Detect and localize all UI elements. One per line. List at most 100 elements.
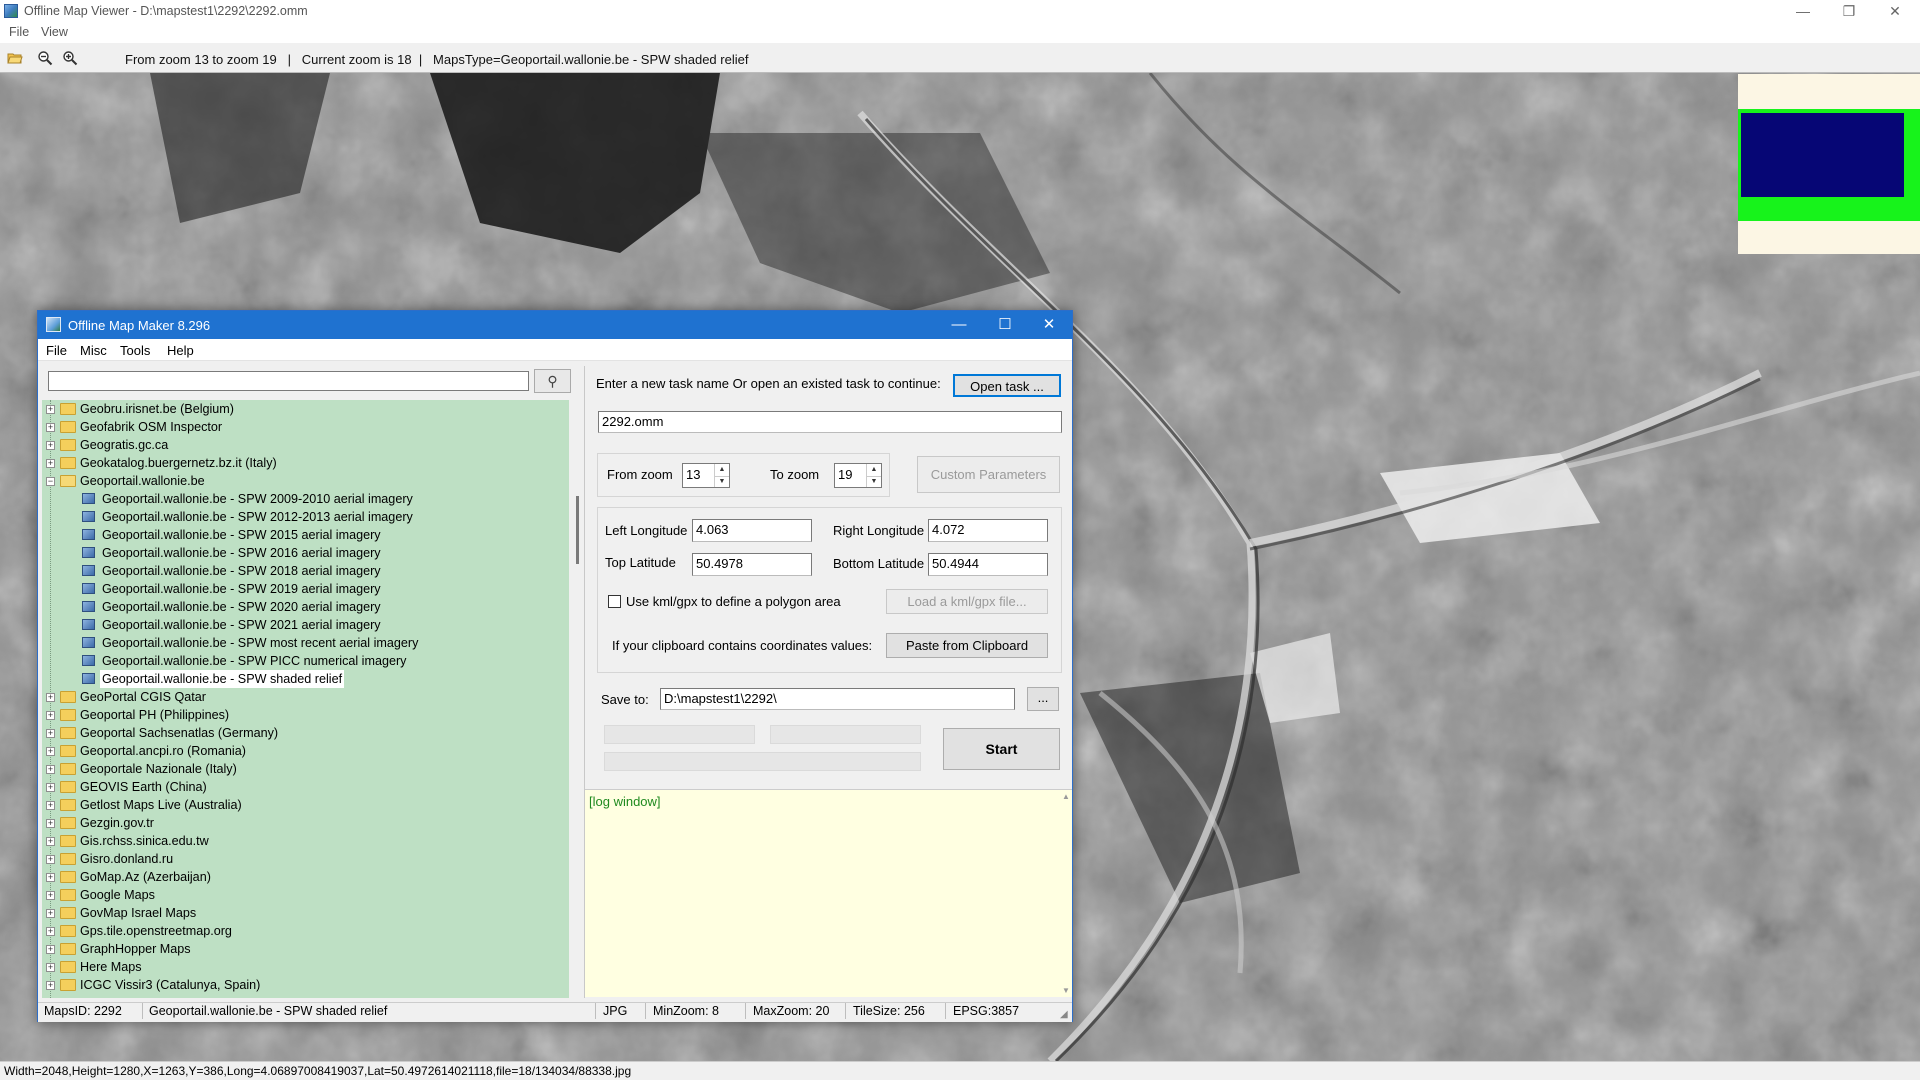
expand-icon[interactable]: + bbox=[46, 981, 55, 990]
resize-grip-icon[interactable]: ◢ bbox=[1060, 1009, 1068, 1020]
map-search-input[interactable] bbox=[48, 371, 529, 391]
start-button[interactable]: Start bbox=[943, 728, 1060, 770]
tree-folder-item[interactable]: + Geobru.irisnet.be (Belgium) bbox=[42, 400, 569, 418]
menu-view[interactable]: View bbox=[41, 25, 68, 39]
to-zoom-spinner[interactable]: 19 ▲ ▼ bbox=[834, 463, 882, 488]
kml-polygon-checkbox[interactable] bbox=[608, 595, 621, 608]
tree-folder-item[interactable]: + GraphHopper Maps bbox=[42, 940, 569, 958]
tree-map-item[interactable]: Geoportail.wallonie.be - SPW 2015 aerial… bbox=[42, 526, 569, 544]
map-source-tree[interactable]: + Geobru.irisnet.be (Belgium) + Geofabrik O… bbox=[42, 400, 569, 998]
expand-icon[interactable]: + bbox=[46, 423, 55, 432]
load-kml-button[interactable]: Load a kml/gpx file... bbox=[886, 589, 1048, 614]
expand-icon[interactable]: + bbox=[46, 693, 55, 702]
expand-icon[interactable]: + bbox=[46, 855, 55, 864]
tree-map-item[interactable]: Geoportail.wallonie.be - SPW 2019 aerial… bbox=[42, 580, 569, 598]
expand-icon[interactable]: + bbox=[46, 711, 55, 720]
tree-folder-item[interactable]: + Geogratis.gc.ca bbox=[42, 436, 569, 454]
expand-icon[interactable]: + bbox=[46, 729, 55, 738]
tree-folder-item[interactable]: + Geoportal Sachsenatlas (Germany) bbox=[42, 724, 569, 742]
tree-item-label: Geofabrik OSM Inspector bbox=[80, 420, 223, 434]
dialog-maximize-button[interactable]: ☐ bbox=[982, 311, 1028, 339]
tree-folder-item[interactable]: + Geofabrik OSM Inspector bbox=[42, 418, 569, 436]
collapse-icon[interactable]: − bbox=[46, 477, 55, 486]
bottom-latitude-input[interactable]: 50.4944 bbox=[928, 553, 1048, 576]
scroll-down-arrow[interactable]: ▼ bbox=[1062, 986, 1070, 995]
search-button[interactable]: ⚲ bbox=[534, 369, 571, 393]
dialog-menu-tools[interactable]: Tools bbox=[120, 343, 150, 358]
tree-map-item[interactable]: Geoportail.wallonie.be - SPW 2016 aerial… bbox=[42, 544, 569, 562]
tree-scrollbar-thumb[interactable] bbox=[576, 496, 579, 564]
open-task-button[interactable]: Open task ... bbox=[953, 374, 1061, 397]
tree-folder-item[interactable]: + Geokatalog.buergernetz.bz.it (Italy) bbox=[42, 454, 569, 472]
minimize-button[interactable]: — bbox=[1780, 0, 1826, 22]
tree-folder-item[interactable]: + ICGC Vissir3 (Catalunya, Spain) bbox=[42, 976, 569, 994]
expand-icon[interactable]: + bbox=[46, 765, 55, 774]
tree-map-item[interactable]: Geoportail.wallonie.be - SPW most recent… bbox=[42, 634, 569, 652]
minimap-viewport[interactable] bbox=[1741, 113, 1904, 197]
zoom-out-icon[interactable] bbox=[37, 50, 53, 66]
expand-icon[interactable]: + bbox=[46, 801, 55, 810]
tree-folder-item[interactable]: + Gps.tile.openstreetmap.org bbox=[42, 922, 569, 940]
tree-map-item[interactable]: Geoportail.wallonie.be - SPW 2020 aerial… bbox=[42, 598, 569, 616]
tree-folder-item[interactable]: + Gisro.donland.ru bbox=[42, 850, 569, 868]
tree-map-item[interactable]: Geoportail.wallonie.be - SPW shaded reli… bbox=[42, 670, 569, 688]
scroll-up-arrow[interactable]: ▲ bbox=[1062, 792, 1070, 801]
log-scrollbar[interactable]: ▲ ▼ bbox=[1060, 790, 1072, 997]
save-path-input[interactable]: D:\mapstest1\2292\ bbox=[660, 688, 1015, 710]
log-window[interactable]: [log window] ▲ ▼ bbox=[585, 789, 1072, 997]
task-name-input[interactable]: 2292.omm bbox=[598, 411, 1062, 433]
expand-icon[interactable]: + bbox=[46, 945, 55, 954]
tree-folder-item[interactable]: + Geoportal.ancpi.ro (Romania) bbox=[42, 742, 569, 760]
zoom-in-icon[interactable] bbox=[62, 50, 78, 66]
minimap[interactable] bbox=[1738, 74, 1920, 254]
dialog-minimize-button[interactable]: — bbox=[936, 311, 982, 339]
panel-divider[interactable] bbox=[584, 366, 585, 998]
right-longitude-input[interactable]: 4.072 bbox=[928, 519, 1048, 542]
tree-folder-item[interactable]: + Geoportale Nazionale (Italy) bbox=[42, 760, 569, 778]
expand-icon[interactable]: + bbox=[46, 873, 55, 882]
dialog-menu-misc[interactable]: Misc bbox=[80, 343, 107, 358]
tree-folder-item[interactable]: + GeoPortal CGIS Qatar bbox=[42, 688, 569, 706]
tree-folder-item[interactable]: + Geoportal PH (Philippines) bbox=[42, 706, 569, 724]
expand-icon[interactable]: + bbox=[46, 963, 55, 972]
top-latitude-input[interactable]: 50.4978 bbox=[692, 553, 812, 576]
expand-icon[interactable]: + bbox=[46, 747, 55, 756]
tree-folder-item[interactable]: + Here Maps bbox=[42, 958, 569, 976]
close-button[interactable]: ✕ bbox=[1872, 0, 1918, 22]
restore-button[interactable]: ❐ bbox=[1826, 0, 1872, 22]
tree-folder-item[interactable]: + Getlost Maps Live (Australia) bbox=[42, 796, 569, 814]
tree-map-item[interactable]: Geoportail.wallonie.be - SPW PICC numeri… bbox=[42, 652, 569, 670]
custom-parameters-button[interactable]: Custom Parameters bbox=[917, 456, 1060, 493]
expand-icon[interactable]: + bbox=[46, 891, 55, 900]
expand-icon[interactable]: + bbox=[46, 909, 55, 918]
expand-icon[interactable]: + bbox=[46, 405, 55, 414]
dialog-menu-file[interactable]: File bbox=[46, 343, 67, 358]
tree-folder-item[interactable]: + Google Maps bbox=[42, 886, 569, 904]
browse-button[interactable]: ... bbox=[1027, 687, 1059, 711]
expand-icon[interactable]: + bbox=[46, 837, 55, 846]
tree-map-item[interactable]: Geoportail.wallonie.be - SPW 2012-2013 a… bbox=[42, 508, 569, 526]
left-longitude-input[interactable]: 4.063 bbox=[692, 519, 812, 542]
expand-icon[interactable]: + bbox=[46, 783, 55, 792]
expand-icon[interactable]: + bbox=[46, 819, 55, 828]
to-zoom-down-arrow[interactable]: ▼ bbox=[867, 476, 881, 488]
tree-folder-item[interactable]: + GovMap Israel Maps bbox=[42, 904, 569, 922]
tree-map-item[interactable]: Geoportail.wallonie.be - SPW 2021 aerial… bbox=[42, 616, 569, 634]
menu-file[interactable]: File bbox=[9, 25, 29, 39]
tree-folder-item[interactable]: + GoMap.Az (Azerbaijan) bbox=[42, 868, 569, 886]
from-zoom-down-arrow[interactable]: ▼ bbox=[715, 476, 729, 488]
tree-folder-item[interactable]: + Gis.rchss.sinica.edu.tw bbox=[42, 832, 569, 850]
expand-icon[interactable]: + bbox=[46, 927, 55, 936]
dialog-menu-help[interactable]: Help bbox=[167, 343, 194, 358]
open-folder-icon[interactable] bbox=[7, 50, 23, 66]
from-zoom-spinner[interactable]: 13 ▲ ▼ bbox=[682, 463, 730, 488]
expand-icon[interactable]: + bbox=[46, 441, 55, 450]
dialog-close-button[interactable]: ✕ bbox=[1026, 311, 1072, 339]
expand-icon[interactable]: + bbox=[46, 459, 55, 468]
tree-map-item[interactable]: Geoportail.wallonie.be - SPW 2009-2010 a… bbox=[42, 490, 569, 508]
tree-folder-item[interactable]: − Geoportail.wallonie.be bbox=[42, 472, 569, 490]
tree-map-item[interactable]: Geoportail.wallonie.be - SPW 2018 aerial… bbox=[42, 562, 569, 580]
paste-clipboard-button[interactable]: Paste from Clipboard bbox=[886, 633, 1048, 658]
tree-folder-item[interactable]: + GEOVIS Earth (China) bbox=[42, 778, 569, 796]
tree-folder-item[interactable]: + Gezgin.gov.tr bbox=[42, 814, 569, 832]
